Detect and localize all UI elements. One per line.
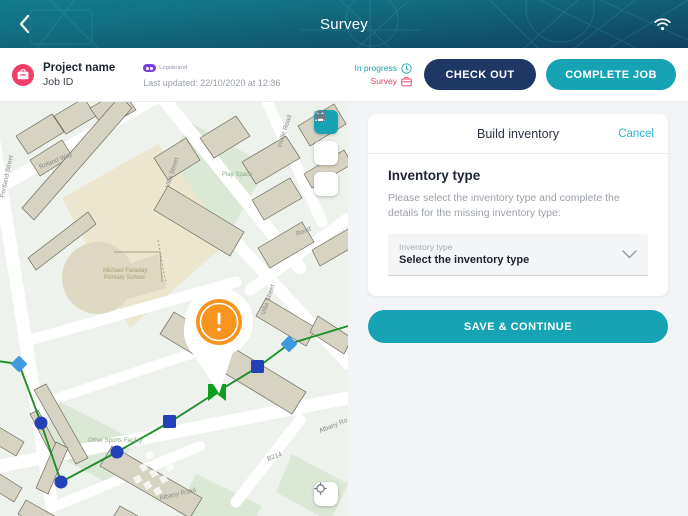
last-updated-text: Last updated: 22/10/2020 at 12:36 — [143, 77, 281, 88]
section-title: Inventory type — [388, 168, 481, 183]
status-progress-label: In progress — [354, 63, 397, 73]
inventory-type-select[interactable]: Inventory type Select the inventory type — [388, 234, 648, 276]
save-and-continue-button[interactable]: SAVE & CONTINUE — [368, 310, 668, 343]
chevron-down-icon — [622, 246, 637, 264]
brand-logo-text: Logobrand — [159, 65, 188, 71]
right-panel: Build inventory Cancel Inventory type Pl… — [348, 102, 688, 516]
map-layers-button[interactable] — [314, 111, 338, 165]
briefcase-circle-icon — [17, 69, 29, 80]
wifi-icon — [653, 17, 671, 30]
svg-text:Play Space: Play Space — [222, 172, 253, 178]
map-panel[interactable]: Roland Way Portland Street Villa Street … — [0, 102, 348, 516]
project-name: Project name — [43, 61, 116, 74]
map-print-button[interactable] — [314, 110, 338, 196]
card-body: Inventory type Please select the invento… — [368, 154, 668, 296]
complete-job-button[interactable]: COMPLETE JOB — [546, 59, 676, 90]
map-canvas: Roland Way Portland Street Villa Street … — [0, 102, 348, 516]
locate-target-icon — [314, 482, 327, 495]
app-root: Survey Project name Job ID Logobrand Las… — [0, 0, 688, 516]
svg-text:Primary School: Primary School — [104, 275, 145, 281]
clock-icon — [401, 62, 412, 74]
build-inventory-card: Build inventory Cancel Inventory type Pl… — [368, 114, 668, 296]
job-id: Job ID — [43, 75, 74, 88]
map-locate-button[interactable] — [314, 482, 338, 506]
inventory-type-select-value: Select the inventory type — [399, 254, 530, 266]
brand-logo: Logobrand — [143, 62, 280, 75]
briefcase-icon — [401, 76, 412, 86]
status-type-row: Survey — [371, 76, 412, 87]
page-title: Survey — [320, 15, 368, 33]
inventory-type-select-label: Inventory type — [399, 242, 453, 252]
brand-logo-block: Logobrand Last updated: 22/10/2020 at 12… — [143, 62, 280, 88]
cancel-button[interactable]: Cancel — [618, 128, 654, 140]
check-out-button[interactable]: CHECK OUT — [424, 59, 536, 90]
section-description: Please select the inventory type and com… — [388, 192, 620, 219]
svg-text:Michael Faraday: Michael Faraday — [103, 268, 147, 274]
card-title: Build inventory — [477, 126, 559, 141]
status-type-label: Survey — [370, 76, 397, 86]
back-button[interactable] — [6, 0, 42, 48]
job-status-block: In progress Survey — [354, 62, 412, 87]
printer-icon — [315, 110, 326, 123]
brand-logo-mark-icon — [143, 64, 157, 72]
project-avatar — [12, 63, 34, 86]
job-header-bar: Project name Job ID Logobrand Last updat… — [0, 48, 688, 102]
status-progress-row: In progress — [354, 62, 412, 74]
chevron-left-icon — [19, 15, 29, 33]
project-text-block: Project name Job ID — [43, 61, 115, 89]
card-header: Build inventory Cancel — [368, 114, 668, 154]
wifi-status-icon — [648, 0, 676, 48]
top-navigation-bar: Survey — [0, 0, 688, 48]
svg-text:Other Sports Facility: Other Sports Facility — [88, 438, 142, 444]
map-controls — [314, 110, 338, 196]
